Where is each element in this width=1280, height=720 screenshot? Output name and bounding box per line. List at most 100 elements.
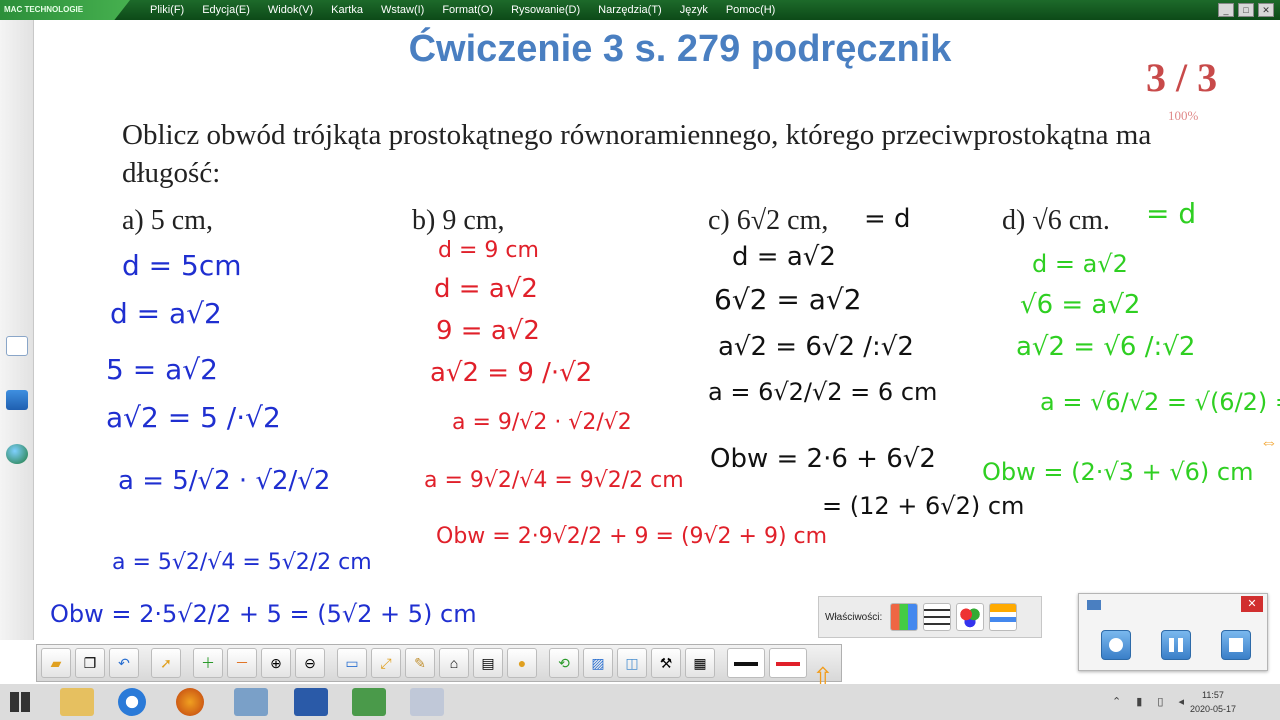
hw-b-line: a = 9√2/√4 = 9√2/2 cm: [424, 468, 684, 493]
pointer-icon[interactable]: ➚: [151, 648, 181, 678]
hw-d-line: a = √6/√2 = √(6/2) = √3: [1040, 388, 1280, 416]
stop-button[interactable]: [1221, 630, 1251, 660]
windows-start-icon[interactable]: [10, 692, 30, 712]
palette-grid-icon[interactable]: [890, 603, 919, 631]
zoom-out-icon[interactable]: ⊖: [295, 648, 325, 678]
screen-icon[interactable]: ▭: [337, 648, 367, 678]
hw-a-line: 5 = a√2: [106, 353, 218, 386]
menu-tools[interactable]: Narzędzia(T): [598, 4, 662, 16]
image-icon[interactable]: ▨: [583, 648, 613, 678]
globe-icon[interactable]: [6, 444, 28, 464]
page-icon[interactable]: [6, 336, 28, 356]
part-b-label: b) 9 cm,: [412, 205, 505, 236]
add-page-icon[interactable]: ＋: [193, 648, 223, 678]
recycle-icon[interactable]: ⟲: [549, 648, 579, 678]
pause-button[interactable]: [1161, 630, 1191, 660]
menu-help[interactable]: Pomoc(H): [726, 4, 776, 16]
black-pen-button[interactable]: [727, 648, 765, 678]
hw-c-line: = d: [864, 204, 911, 234]
file-explorer-icon[interactable]: [60, 688, 94, 716]
clock-time: 11:57: [1202, 690, 1224, 700]
open-folder-icon[interactable]: ▰: [41, 648, 71, 678]
projector-icon[interactable]: ⌂: [439, 648, 469, 678]
menu-language[interactable]: Język: [680, 4, 708, 16]
recorder-window: ✕: [1078, 593, 1268, 671]
hw-c-line: = (12 + 6√2) cm: [822, 492, 1025, 520]
hw-a-line: a = 5√2/√4 = 5√2/2 cm: [112, 550, 372, 575]
hw-d-line: Obw = (2·√3 + √6) cm: [982, 458, 1254, 486]
menu-format[interactable]: Format(O): [442, 4, 493, 16]
main-toolbar: ▰ ❐ ↶ ➚ ＋ － ⊕ ⊖ ▭ ⤢ ✎ ⌂ ▤ ● ⟲ ▨ ◫ ⚒ ▦: [36, 644, 842, 682]
properties-label: Właściwości:: [825, 611, 883, 623]
menu-insert[interactable]: Wstaw(I): [381, 4, 424, 16]
part-c-label: c) 6√2 cm,: [708, 205, 829, 236]
close-button[interactable]: ✕: [1258, 3, 1274, 17]
red-pen-button[interactable]: [769, 648, 807, 678]
remove-page-icon[interactable]: －: [227, 648, 257, 678]
word-icon[interactable]: [294, 688, 328, 716]
clock-date: 2020-05-17: [1189, 704, 1236, 714]
hw-b-line: d = a√2: [434, 274, 538, 304]
hw-a-line: d = a√2: [110, 297, 222, 330]
clapperboard-icon[interactable]: ▤: [473, 648, 503, 678]
record-button[interactable]: [1101, 630, 1131, 660]
taskbar: ⌃ ▮ ▯ ◂ 11:57 2020-05-17: [0, 684, 1280, 720]
hw-d-line: = d: [1146, 197, 1197, 230]
hw-c-line: 6√2 = a√2: [714, 283, 862, 316]
hw-a-line: a = 5/√2 · √2/√2: [118, 466, 331, 496]
hw-d-line: √6 = a√2: [1020, 290, 1141, 320]
firefox-icon[interactable]: [176, 688, 204, 716]
copy-icon[interactable]: ❐: [75, 648, 105, 678]
window-controls: _ □ ✕: [1218, 3, 1274, 17]
screenshot-icon[interactable]: ◫: [617, 648, 647, 678]
hw-c-line: a = 6√2/√2 = 6 cm: [708, 378, 938, 406]
recorder-app-icon[interactable]: [410, 688, 444, 716]
arrow-left-right-icon[interactable]: ⇔: [1260, 432, 1278, 453]
maximize-button[interactable]: □: [1238, 3, 1254, 17]
menu-edit[interactable]: Edycja(E): [202, 4, 250, 16]
recorder-close-button[interactable]: ✕: [1241, 596, 1263, 612]
app-logo: MAC TECHNOLOGIE: [0, 0, 130, 20]
hw-b-line: 9 = a√2: [436, 316, 540, 346]
tools-icon[interactable]: ⚒: [651, 648, 681, 678]
color-circles-icon[interactable]: [956, 603, 985, 631]
part-d-label: d) √6 cm.: [1002, 205, 1110, 236]
fullscreen-icon[interactable]: ⤢: [371, 648, 401, 678]
page-counter: 3 / 3: [1146, 55, 1218, 100]
part-a-label: a) 5 cm,: [122, 205, 213, 236]
line-width-icon[interactable]: [923, 603, 952, 631]
taskbar-clock[interactable]: 11:57 2020-05-17: [1190, 688, 1236, 716]
zoom-in-icon[interactable]: ⊕: [261, 648, 291, 678]
hw-a-line: Obw = 2·5√2/2 + 5 = (5√2 + 5) cm: [50, 600, 477, 628]
hw-a-line: d = 5cm: [122, 249, 242, 282]
whiteboard-app-icon[interactable]: [352, 688, 386, 716]
internet-explorer-icon[interactable]: [118, 688, 146, 716]
book-icon[interactable]: [6, 390, 28, 410]
hw-b-line: a = 9/√2 · √2/√2: [452, 410, 632, 435]
minimize-button[interactable]: _: [1218, 3, 1234, 17]
problem-statement: Oblicz obwód trójkąta prostokątnego równ…: [122, 119, 1152, 189]
hw-a-line: a√2 = 5 /·√2: [106, 401, 281, 434]
menu-draw[interactable]: Rysowanie(D): [511, 4, 580, 16]
menu-bar: MAC TECHNOLOGIE Pliki(F) Edycja(E) Widok…: [0, 0, 1280, 20]
menu-page[interactable]: Kartka: [331, 4, 363, 16]
calculator-icon[interactable]: [234, 688, 268, 716]
menu-file[interactable]: Pliki(F): [150, 4, 184, 16]
camera-icon: [1087, 600, 1101, 610]
hw-c-line: d = a√2: [732, 242, 836, 272]
page-title: Ćwiczenie 3 s. 279 podręcznik: [408, 28, 952, 70]
hw-d-line: a√2 = √6 /:√2: [1016, 332, 1196, 362]
table-icon[interactable]: ▦: [685, 648, 715, 678]
undo-icon[interactable]: ↶: [109, 648, 139, 678]
properties-panel: Właściwości:: [818, 596, 1042, 638]
microphone-icon[interactable]: ●: [507, 648, 537, 678]
left-side-panel: [0, 20, 34, 640]
system-tray[interactable]: ⌃ ▮ ▯ ◂: [1112, 695, 1190, 708]
hw-c-line: a√2 = 6√2 /:√2: [718, 332, 914, 362]
hw-b-line: d = 9 cm: [438, 238, 539, 263]
brush-icon[interactable]: ✎: [405, 648, 435, 678]
hw-d-line: d = a√2: [1032, 250, 1128, 278]
format-arrow-icon[interactable]: [989, 603, 1018, 631]
menu-view[interactable]: Widok(V): [268, 4, 313, 16]
hw-b-line: Obw = 2·9√2/2 + 9 = (9√2 + 9) cm: [436, 524, 828, 549]
